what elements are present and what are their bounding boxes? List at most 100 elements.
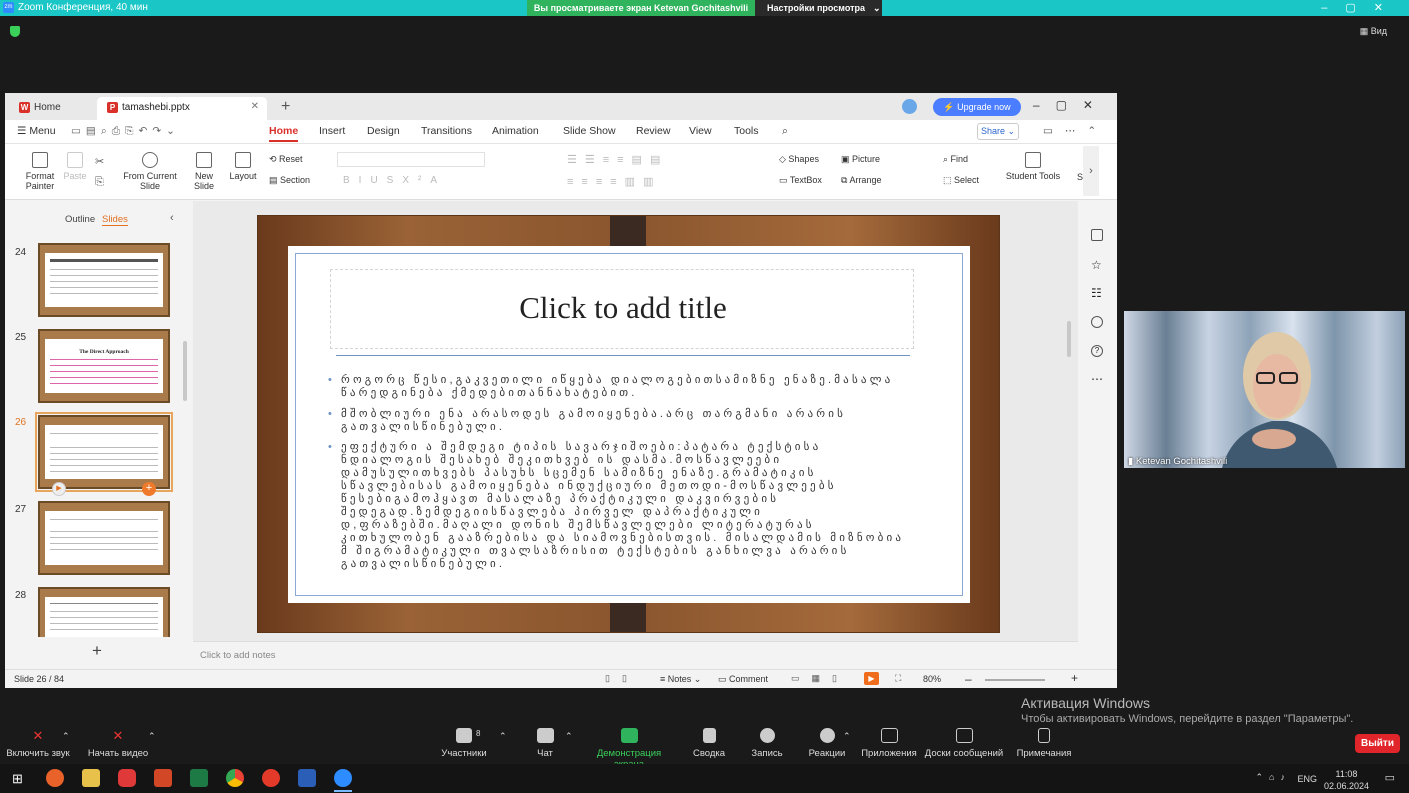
tab-menu-view[interactable]: View xyxy=(689,125,712,137)
panel-scrollbar[interactable] xyxy=(183,341,187,401)
find-button[interactable]: ⌕ Find xyxy=(943,154,968,165)
audio-options-chevron-icon[interactable]: ⌃ xyxy=(62,731,70,742)
zoom-taskbar-icon[interactable] xyxy=(334,769,352,787)
notes-toggle[interactable]: ≡ Notes ⌄ xyxy=(660,674,701,685)
new-tab-button[interactable]: + xyxy=(281,98,290,116)
view-button[interactable]: ▦ Вид xyxy=(1360,26,1387,37)
upgrade-button[interactable]: ⚡ Upgrade now xyxy=(933,98,1021,116)
powerpoint-icon[interactable] xyxy=(154,769,172,787)
comment-toggle[interactable]: ▭ Comment xyxy=(718,674,768,685)
tab-document[interactable]: Ptamashebi.pptx ✕ xyxy=(97,97,267,120)
excel-icon[interactable] xyxy=(190,769,208,787)
copy-icon[interactable] xyxy=(1091,229,1103,241)
font-name-select[interactable] xyxy=(337,152,485,167)
video-options-chevron-icon[interactable]: ⌃ xyxy=(148,731,156,742)
avatar[interactable] xyxy=(902,99,917,114)
picture-button[interactable]: ▣ Picture xyxy=(841,154,880,165)
status-view-icons[interactable]: ▯▯ xyxy=(605,673,639,684)
participants-button[interactable]: Участники xyxy=(438,728,490,759)
tray-icons[interactable]: ⌃⌂♪ xyxy=(1256,772,1291,783)
select-button[interactable]: ⬚ Select xyxy=(943,175,979,186)
help-icon[interactable]: ? xyxy=(1091,345,1103,357)
whiteboards-button[interactable]: Доски сообщений xyxy=(924,728,1004,759)
language-indicator[interactable]: ENG xyxy=(1297,774,1317,784)
star-icon[interactable]: ☆ xyxy=(1091,259,1103,271)
bullet-3[interactable]: ეფექტური ა შემდეგი ტიპის სავარჯიშოები:პა… xyxy=(328,441,911,571)
slide-scrollbar[interactable] xyxy=(1067,321,1071,357)
notes-button[interactable]: Примечания xyxy=(1014,728,1074,759)
slide-thumbnail-25[interactable]: The Direct Approach xyxy=(38,329,170,403)
wps-window-controls[interactable]: –▢✕ xyxy=(1033,98,1109,112)
slide-thumbnail-24[interactable] xyxy=(38,243,170,317)
history-icon[interactable] xyxy=(1091,316,1103,328)
zoom-slider[interactable] xyxy=(985,679,1045,681)
outline-tab[interactable]: Outline xyxy=(65,214,95,225)
firefox-icon[interactable] xyxy=(46,769,64,787)
app-red-icon[interactable] xyxy=(118,769,136,787)
tab-menu-review[interactable]: Review xyxy=(636,125,670,137)
arrange-button[interactable]: ⧉ Arrange xyxy=(841,175,881,186)
search-icon[interactable]: ⌕ xyxy=(782,125,788,138)
layout-view-icons[interactable]: ▭▦▯ xyxy=(791,673,849,684)
tab-home[interactable]: W Home xyxy=(9,97,95,120)
zoom-out-icon[interactable]: – xyxy=(965,672,972,686)
slide-canvas[interactable]: Click to add title როგორც წესი,გაკვეთილი… xyxy=(257,215,1000,633)
comment-more-icons[interactable]: ▭⋯⌃ xyxy=(1043,125,1108,137)
tab-menu-animation[interactable]: Animation xyxy=(492,125,539,137)
textbox-button[interactable]: ▭ TextBox xyxy=(779,175,822,186)
apps-button[interactable]: Приложения xyxy=(860,728,918,759)
fit-icon[interactable]: ⛶ xyxy=(895,673,901,684)
close-tab-icon[interactable]: ✕ xyxy=(251,101,259,112)
reactions-chevron-icon[interactable]: ⌃ xyxy=(843,731,851,742)
yandex-icon[interactable] xyxy=(262,769,280,787)
align-icons[interactable]: ≡≡≡≡▥▥ xyxy=(567,175,661,188)
clock[interactable]: 11:08 02.06.2024 xyxy=(1324,768,1369,792)
tab-menu-design[interactable]: Design xyxy=(367,125,400,137)
font-format-icons[interactable]: BIUSX²A xyxy=(343,175,446,186)
shapes-button[interactable]: ◇ Shapes xyxy=(779,154,819,165)
zoom-level[interactable]: 80% xyxy=(923,674,941,684)
bullet-1[interactable]: როგორც წესი,გაკვეთილი იწყება დიალოგებითს… xyxy=(328,374,911,400)
share-button[interactable]: Share ⌄ xyxy=(977,123,1019,140)
notes-area[interactable]: Click to add notes xyxy=(193,641,1078,669)
format-painter-button[interactable]: Format Painter xyxy=(21,152,59,191)
quick-access-icons[interactable]: ▭▤⌕⎙⎘↶↷⌄ xyxy=(71,125,180,138)
paragraph-icons[interactable]: ☰☰≡≡▤▤ xyxy=(567,153,668,166)
slideshow-play-icon[interactable]: ▶ xyxy=(864,672,879,685)
record-button[interactable]: Запись xyxy=(748,728,786,759)
sliders-icon[interactable]: ☷ xyxy=(1091,287,1103,299)
view-options-button[interactable]: Настройки просмотра ⌄ xyxy=(755,0,882,16)
file-explorer-icon[interactable] xyxy=(82,769,100,787)
zoom-in-icon[interactable]: + xyxy=(1071,671,1078,685)
participant-video[interactable]: ▮ Ketevan Gochitashvili xyxy=(1124,311,1405,468)
tab-menu-transitions[interactable]: Transitions xyxy=(421,125,472,137)
start-video-button[interactable]: ✕ Начать видео xyxy=(85,728,151,759)
student-tools-button[interactable]: Student Tools xyxy=(1003,152,1063,181)
chrome-icon[interactable] xyxy=(226,769,244,787)
window-controls[interactable]: –▢✕ xyxy=(1321,1,1401,14)
chat-button[interactable]: Чат xyxy=(530,728,560,759)
from-current-slide-button[interactable]: From Current Slide xyxy=(123,152,177,191)
windows-start-icon[interactable]: ⊞ xyxy=(12,771,23,787)
section-button[interactable]: ▤ Section xyxy=(269,175,310,186)
leave-button[interactable]: Выйти xyxy=(1355,734,1400,753)
chat-chevron-icon[interactable]: ⌃ xyxy=(565,731,573,742)
notification-icon[interactable]: ▭ xyxy=(1385,771,1395,784)
slide-thumbnail-28[interactable] xyxy=(38,587,170,637)
add-slide-icon[interactable]: + xyxy=(142,482,156,496)
slides-tab[interactable]: Slides xyxy=(102,214,128,226)
layout-button[interactable]: Layout xyxy=(225,152,261,181)
paste-button[interactable]: Paste xyxy=(61,152,89,181)
bullet-2[interactable]: მშობლიური ენა არასოდეს გამოიყენება.არც თ… xyxy=(328,408,911,434)
slide-thumbnail-26[interactable]: ▶ + xyxy=(35,412,173,496)
cut-copy-icons[interactable]: ✂ ⎘ xyxy=(95,152,104,192)
tab-menu-tools[interactable]: Tools xyxy=(734,125,759,137)
reset-button[interactable]: ⟲ Reset xyxy=(269,154,303,165)
tab-menu-home[interactable]: Home xyxy=(269,125,299,142)
menu-button[interactable]: ☰ Menu xyxy=(17,125,56,137)
reactions-button[interactable]: Реакции xyxy=(806,728,848,759)
ribbon-scroll-right-icon[interactable]: › xyxy=(1083,146,1099,196)
summary-button[interactable]: Сводка xyxy=(690,728,728,759)
play-slide-icon[interactable]: ▶ xyxy=(52,482,66,496)
new-slide-button[interactable]: New Slide xyxy=(191,152,217,191)
